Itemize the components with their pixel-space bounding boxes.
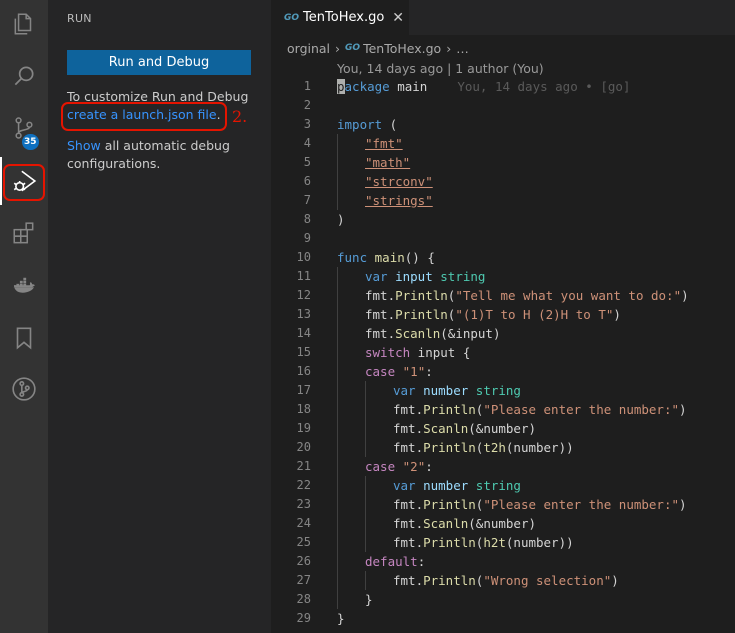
code-line: 19 fmt.Scanln(&number)	[296, 419, 536, 438]
docker-icon	[13, 277, 35, 293]
code-line: 13 fmt.Println("(1)T to H (2)H to T")	[296, 305, 621, 324]
activity-extensions[interactable]	[0, 210, 48, 258]
activity-git-graph[interactable]	[0, 365, 48, 413]
files-icon	[14, 13, 32, 35]
source-control-badge: 35	[22, 134, 39, 150]
code-line: 7 "strings"	[303, 191, 433, 210]
close-icon[interactable]: ✕	[392, 10, 404, 26]
code-line: 14 fmt.Scanln(&input)	[296, 324, 501, 343]
code-line: 6 "strconv"	[303, 172, 433, 191]
line-number: 1	[303, 79, 311, 93]
extensions-icon	[13, 222, 34, 244]
tab-label: TenToHex.go	[303, 10, 385, 25]
breadcrumb-separator: ›	[446, 40, 452, 56]
text-cursor: p	[337, 79, 345, 94]
search-icon	[14, 66, 34, 86]
breadcrumb: orginal › GO TenToHex.go › …	[287, 39, 469, 57]
codelens-blame[interactable]: You, 14 days ago | 1 author (You)	[337, 59, 544, 78]
breadcrumb-file[interactable]: TenToHex.go	[363, 41, 441, 56]
activity-bookmarks[interactable]	[0, 314, 48, 362]
activity-source-control[interactable]: 35	[0, 104, 48, 152]
code-line: 18 fmt.Println("Please enter the number:"…	[296, 400, 687, 419]
code-line: 10 func main() {	[296, 250, 435, 265]
code-line: 24 fmt.Scanln(&number)	[296, 514, 536, 533]
code-line: 17 var number string	[296, 381, 521, 400]
code-line: 8)	[303, 212, 345, 227]
code-line: 21 case "2":	[296, 457, 433, 476]
annotation-box-2	[61, 102, 227, 131]
code-line: 5 "math"	[303, 153, 411, 172]
activity-bar: 35	[0, 0, 48, 633]
code-line: 4 "fmt"	[303, 134, 403, 153]
code-line: 3 import (	[303, 117, 398, 132]
code-line: 15 switch input {	[296, 343, 471, 362]
code-line: 25 fmt.Println(h2t(number))	[296, 533, 574, 552]
code-line: 11 var input string	[296, 267, 486, 286]
breadcrumb-more[interactable]: …	[456, 41, 469, 56]
go-file-icon: GO	[345, 43, 361, 53]
tab-tentohex-go[interactable]: GO TenToHex.go ✕	[271, 0, 409, 35]
run-sidebar: RUN Run and Debug To customize Run and D…	[48, 0, 271, 633]
code-line: 20 fmt.Println(t2h(number))	[296, 438, 574, 457]
code-lines: 1 package main You, 14 days ago • [go] 2 3…	[271, 77, 735, 628]
code-line: 26 default:	[296, 552, 426, 571]
inline-blame: You, 14 days ago • [go]	[457, 79, 631, 94]
annotation-label-2: 2.	[232, 107, 248, 126]
code-line: 2	[303, 98, 311, 112]
show-configurations-text: Show all automatic debug configurations.	[67, 137, 262, 173]
breadcrumb-folder[interactable]: orginal	[287, 41, 330, 56]
code-line: 23 fmt.Println("Please enter the number:"…	[296, 495, 687, 514]
editor-tabs: GO TenToHex.go ✕	[271, 0, 735, 35]
code-line: 29}	[296, 611, 345, 626]
bookmark-icon	[16, 327, 32, 350]
code-line: 1 package main You, 14 days ago • [go]	[271, 77, 735, 96]
code-editor[interactable]: You, 14 days ago | 1 author (You) 1 packa…	[271, 59, 735, 633]
git-graph-icon	[12, 377, 36, 401]
activity-search[interactable]	[0, 52, 48, 100]
go-file-icon: GO	[284, 12, 300, 23]
code-line: 28}	[296, 590, 373, 609]
annotation-box-1	[3, 164, 45, 201]
activity-explorer[interactable]	[0, 0, 48, 48]
code-line: 9	[303, 231, 311, 245]
code-line: 16 case "1":	[296, 362, 433, 381]
activity-docker[interactable]	[0, 262, 48, 310]
show-link[interactable]: Show	[67, 138, 101, 153]
kw-package: ackage	[344, 79, 390, 94]
code-line: 12 fmt.Println("Tell me what you want to …	[296, 286, 689, 305]
run-and-debug-button[interactable]: Run and Debug	[67, 50, 251, 75]
code-line: 27 fmt.Println("Wrong selection")	[296, 571, 619, 590]
code-line: 22 var number string	[296, 476, 521, 495]
breadcrumb-separator: ›	[335, 40, 341, 56]
sidebar-title: RUN	[67, 12, 92, 25]
